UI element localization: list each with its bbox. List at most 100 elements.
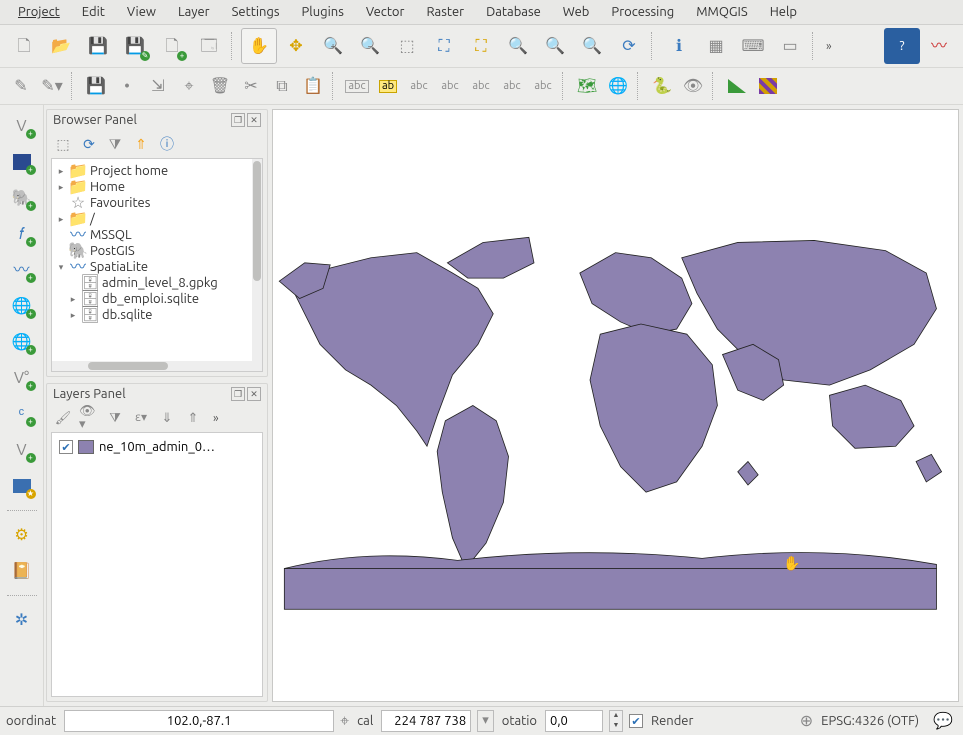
zoom-layer-button[interactable]: 🔍 [500, 28, 536, 64]
browser-refresh-icon[interactable]: ⟳ [79, 134, 99, 154]
zoom-in-button[interactable]: 🔍+ [315, 28, 351, 64]
open-attr-table-button[interactable]: ▦ [698, 28, 734, 64]
layers-overflow-icon[interactable]: » [209, 412, 223, 425]
map-canvas[interactable]: ✋ [272, 109, 959, 702]
crs-label[interactable]: EPSG:4326 (OTF) [819, 714, 921, 728]
layers-undock-icon[interactable]: ❐ [231, 387, 245, 401]
toolbar1-overflow-icon[interactable]: » [822, 40, 836, 53]
new-print-composer-button[interactable]: 🗋+ [154, 28, 190, 64]
browser-scrollbar[interactable] [252, 159, 262, 371]
add-spatialite-layer-button[interactable]: 𝑓+ [6, 219, 38, 249]
toggle-editing-button[interactable]: ✎ [6, 71, 36, 101]
menu-raster[interactable]: Raster [416, 2, 474, 22]
layers-close-icon[interactable]: ✕ [247, 387, 261, 401]
refresh-button[interactable]: ⟳ [611, 28, 647, 64]
menu-edit[interactable]: Edit [72, 2, 115, 22]
pan-to-selection-button[interactable]: ✥ [278, 28, 314, 64]
browser-item[interactable]: ▸🗄db.sqlite [54, 307, 260, 323]
label-tool-4-button[interactable]: abc [435, 71, 465, 101]
rotation-input[interactable] [545, 710, 603, 732]
current-edits-button[interactable]: ✎▾ [37, 71, 67, 101]
zoom-next-button[interactable]: 🔍 [574, 28, 610, 64]
add-delimited-layer-button[interactable]: ᶜ+ [6, 399, 38, 429]
copy-button[interactable]: ⧉ [267, 71, 297, 101]
layers-collapse-icon[interactable]: ⇑ [183, 408, 203, 428]
menu-help[interactable]: Help [760, 2, 807, 22]
layers-expand-icon[interactable]: ⇓ [157, 408, 177, 428]
menu-web[interactable]: Web [553, 2, 600, 22]
plugin-toggle-button[interactable]: 〰 [921, 28, 957, 64]
label-tool-7-button[interactable]: abc [528, 71, 558, 101]
label-tool-6-button[interactable]: abc [497, 71, 527, 101]
toggle-extents-icon[interactable]: ⌖ [340, 713, 349, 729]
layers-expression-icon[interactable]: ε▾ [131, 408, 151, 428]
zoom-full-button[interactable]: ⛶ [426, 28, 462, 64]
osm-download-button[interactable]: 🗺 [572, 71, 602, 101]
render-checkbox[interactable]: ✔ [629, 714, 643, 728]
menu-vector[interactable]: Vector [356, 2, 415, 22]
browser-item[interactable]: 🐘PostGIS [54, 243, 260, 259]
zoom-out-button[interactable]: 🔍− [352, 28, 388, 64]
scale-input[interactable] [381, 710, 471, 732]
slope-tool-button[interactable] [722, 71, 752, 101]
coord-input[interactable] [64, 710, 334, 732]
browser-hscrollbar[interactable] [52, 361, 262, 371]
style-manager-button[interactable]: 📔 [6, 556, 38, 586]
node-tool-button[interactable]: ⌖ [174, 71, 204, 101]
add-wfs-layer-button[interactable]: V°+ [6, 363, 38, 393]
menu-plugins[interactable]: Plugins [292, 2, 354, 22]
tree-expander-icon[interactable]: ▸ [68, 310, 78, 321]
add-wms-layer-button[interactable]: 🌐+ [6, 291, 38, 321]
python-console-button[interactable]: 🐍 [647, 71, 677, 101]
browser-add-layer-icon[interactable]: ⬚ [53, 134, 73, 154]
label-tool-1-button[interactable]: abc [342, 71, 372, 101]
save-as-button[interactable]: 💾✎ [117, 28, 153, 64]
layer-item[interactable]: ✔ ne_10m_admin_0… [54, 437, 260, 457]
save-edits-button[interactable]: 💾 [81, 71, 111, 101]
layers-tree[interactable]: ✔ ne_10m_admin_0… [51, 432, 263, 697]
tree-expander-icon[interactable]: ▸ [56, 166, 66, 177]
new-shapefile-button[interactable]: ★ [6, 471, 38, 501]
crs-icon[interactable]: ⊕ [800, 713, 813, 729]
zoom-last-button[interactable]: 🔍 [537, 28, 573, 64]
tree-expander-icon[interactable]: ▸ [68, 294, 78, 305]
zoom-native-button[interactable]: ⬚ [389, 28, 425, 64]
label-tool-2-button[interactable]: ab [373, 71, 403, 101]
browser-item[interactable]: ▾〰SpatiaLite [54, 259, 260, 275]
browser-close-icon[interactable]: ✕ [247, 113, 261, 127]
tree-expander-icon[interactable]: ▸ [56, 182, 66, 193]
georeferencer-button[interactable]: ✲ [6, 605, 38, 635]
add-postgis-layer-button[interactable]: 🐘+ [6, 183, 38, 213]
layers-visibility-icon[interactable]: 👁▾ [79, 408, 99, 428]
add-virtual-layer-button[interactable]: V+ [6, 435, 38, 465]
identify-button[interactable]: ℹ [661, 28, 697, 64]
add-feature-button[interactable]: • [112, 71, 142, 101]
add-vector-layer-button[interactable]: V+ [6, 111, 38, 141]
processing-toolbox-button[interactable]: ⚙ [6, 520, 38, 550]
scale-dropdown-icon[interactable]: ▾ [477, 710, 494, 732]
composer-manager-button[interactable]: 🗔 [191, 28, 227, 64]
osm-browser-button[interactable]: 🌐 [603, 71, 633, 101]
save-project-button[interactable]: 💾 [80, 28, 116, 64]
zoom-selection-button[interactable]: ⛶ [463, 28, 499, 64]
browser-properties-icon[interactable]: ⓘ [157, 134, 177, 154]
rotation-spinner[interactable]: ▲▼ [609, 710, 623, 732]
layer-visible-checkbox[interactable]: ✔ [59, 440, 73, 454]
add-wcs-layer-button[interactable]: 🌐+ [6, 327, 38, 357]
messages-icon[interactable]: 💬 [933, 713, 953, 729]
layers-style-icon[interactable]: 🖌 [53, 408, 73, 428]
menu-processing[interactable]: Processing [601, 2, 684, 22]
label-tool-5-button[interactable]: abc [466, 71, 496, 101]
menu-view[interactable]: View [117, 2, 166, 22]
browser-item[interactable]: ▸🗄db_emploi.sqlite [54, 291, 260, 307]
raster-misc-button[interactable] [753, 71, 783, 101]
menu-mmqgis[interactable]: MMQGIS [686, 2, 757, 22]
browser-item[interactable]: ▸📁Project home [54, 163, 260, 179]
add-raster-layer-button[interactable]: + [6, 147, 38, 177]
tree-expander-icon[interactable]: ▾ [56, 262, 66, 273]
browser-item[interactable]: ▸📁Home [54, 179, 260, 195]
tree-expander-icon[interactable]: ▸ [56, 214, 66, 225]
browser-item[interactable]: 🗄admin_level_8.gpkg [54, 275, 260, 291]
cut-button[interactable]: ✂ [236, 71, 266, 101]
new-project-button[interactable]: 🗋 [6, 28, 42, 64]
